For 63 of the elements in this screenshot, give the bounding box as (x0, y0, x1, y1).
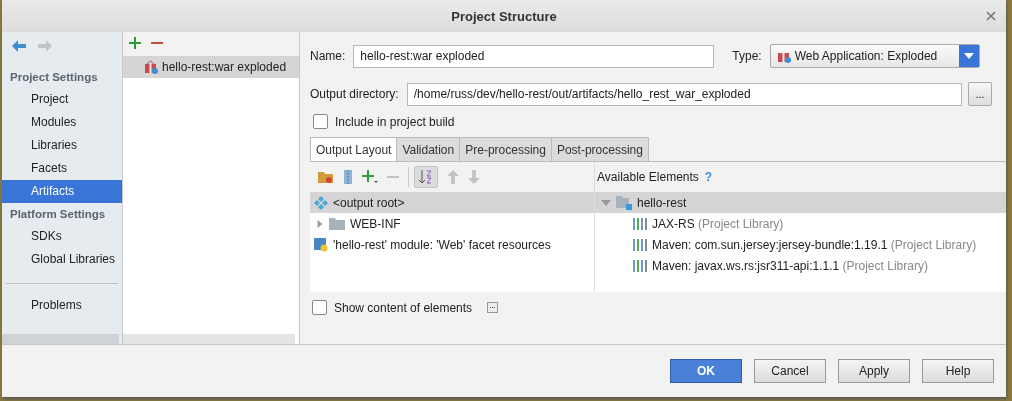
close-icon[interactable] (986, 11, 996, 21)
dialog-button[interactable]: Apply (838, 359, 910, 383)
name-field[interactable]: hello-rest:war exploded (353, 44, 715, 68)
name-label: Name: (310, 49, 346, 63)
forward-arrow-icon[interactable] (38, 40, 52, 52)
tab[interactable]: Post-processing (550, 137, 649, 161)
tab[interactable]: Pre-processing (459, 137, 552, 161)
expand-arrow-icon[interactable] (601, 197, 611, 208)
type-dropdown[interactable]: Web Application: Exploded (769, 44, 980, 68)
tree-item[interactable]: 'hello-rest' module: 'Web' facet resources (310, 234, 594, 255)
add-icon[interactable] (362, 170, 378, 184)
dialog-button[interactable]: OK (670, 359, 742, 383)
sidebar-item[interactable]: SDKs (2, 225, 122, 248)
section-heading: Project Settings (9, 70, 99, 85)
sidebar-item[interactable]: Artifacts (2, 180, 122, 203)
panel-heading: Available Elements (597, 170, 699, 184)
module-folder-icon (616, 195, 632, 210)
output-directory-field[interactable]: /home/russ/dev/hello-rest/out/artifacts/hello_rest_war_exploded (406, 82, 962, 106)
checkbox[interactable] (313, 114, 328, 129)
dialog-button[interactable]: Help (922, 359, 994, 383)
folder-icon[interactable] (318, 170, 334, 184)
sidebar-item[interactable]: Project (2, 88, 122, 111)
dropdown-arrow-icon (963, 53, 974, 59)
tree-item[interactable]: WEB-INF (310, 213, 594, 234)
more-icon[interactable] (487, 302, 499, 313)
tab[interactable]: Output Layout (310, 137, 398, 161)
scrollbar[interactable] (2, 334, 119, 344)
tab[interactable]: Validation (396, 137, 461, 161)
sort-icon[interactable] (414, 166, 438, 188)
checkbox-label: Include in project build (335, 114, 455, 129)
browse-button[interactable]: ... (968, 82, 992, 106)
diamonds-icon (314, 195, 328, 210)
sidebar-item[interactable]: Libraries (2, 134, 122, 157)
output-directory-label: Output directory: (310, 87, 399, 101)
sidebar-item[interactable]: Modules (2, 111, 122, 134)
archive-icon[interactable] (343, 170, 353, 184)
gift-icon (144, 60, 158, 74)
sidebar-item[interactable]: Problems (2, 294, 122, 317)
scrollbar[interactable] (123, 334, 295, 344)
library-item[interactable]: JAX-RS (Project Library) (595, 213, 1006, 234)
type-label: Type: (732, 49, 762, 63)
expand-arrow-icon[interactable] (316, 218, 324, 229)
library-icon (633, 238, 647, 251)
back-arrow-icon[interactable] (12, 40, 26, 52)
section-heading: Platform Settings (9, 207, 107, 222)
tree-item[interactable]: hello-rest (595, 192, 1006, 213)
library-icon (633, 217, 647, 230)
library-item[interactable]: Maven: javax.ws.rs:jsr311-api:1.1.1 (Project Library) (595, 255, 1006, 276)
module-icon (314, 237, 328, 252)
checkbox-label: Show content of elements (334, 300, 473, 315)
sidebar-item[interactable]: Global Libraries (2, 248, 122, 271)
library-icon (633, 259, 647, 272)
checkbox[interactable] (312, 300, 327, 315)
library-item[interactable]: Maven: com.sun.jersey:jersey-bundle:1.19.1 (Project Library) (595, 234, 1006, 255)
tree-item[interactable]: <output root> (310, 192, 594, 213)
window-title: Project Structure (451, 8, 557, 24)
folder-icon (329, 217, 345, 230)
artifact-item[interactable]: hello-rest:war exploded (123, 56, 299, 78)
sidebar-item[interactable]: Facets (2, 157, 122, 180)
up-arrow-icon[interactable] (447, 170, 459, 184)
down-arrow-icon[interactable] (468, 170, 480, 184)
dialog-button[interactable]: Cancel (754, 359, 826, 383)
add-icon[interactable] (129, 37, 141, 49)
